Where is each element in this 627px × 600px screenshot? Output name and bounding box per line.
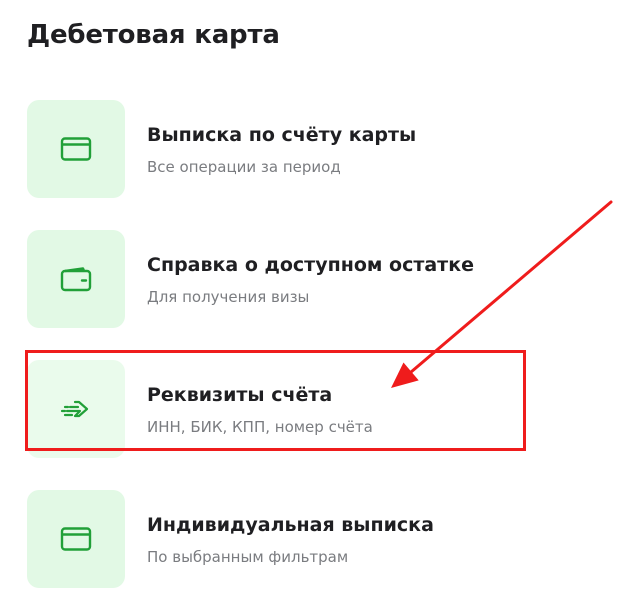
- icon-tile: [27, 490, 125, 588]
- card-icon: [60, 527, 92, 551]
- icon-tile: [27, 100, 125, 198]
- menu-item-card-statement[interactable]: Выписка по счёту карты Все операции за п…: [27, 100, 497, 198]
- menu-item-account-details[interactable]: Реквизиты счёта ИНН, БИК, КПП, номер счё…: [27, 360, 497, 458]
- wallet-icon: [60, 267, 92, 292]
- card-icon: [60, 137, 92, 161]
- icon-tile: [27, 360, 125, 458]
- menu-item-title: Реквизиты счёта: [147, 384, 333, 406]
- menu-item-subtitle: Все операции за период: [147, 158, 341, 176]
- menu-item-title: Справка о доступном остатке: [147, 254, 474, 276]
- menu-item-balance-certificate[interactable]: Справка о доступном остатке Для получени…: [27, 230, 497, 328]
- page-title: Дебетовая карта: [27, 20, 280, 50]
- icon-tile: [27, 230, 125, 328]
- menu-item-subtitle: Для получения визы: [147, 288, 310, 306]
- arrow-send-icon: [60, 400, 89, 418]
- menu-item-title: Индивидуальная выписка: [147, 514, 434, 536]
- menu-item-subtitle: По выбранным фильтрам: [147, 548, 349, 566]
- menu-item-custom-statement[interactable]: Индивидуальная выписка По выбранным филь…: [27, 490, 497, 588]
- menu-item-title: Выписка по счёту карты: [147, 124, 417, 146]
- menu-item-subtitle: ИНН, БИК, КПП, номер счёта: [147, 418, 373, 436]
